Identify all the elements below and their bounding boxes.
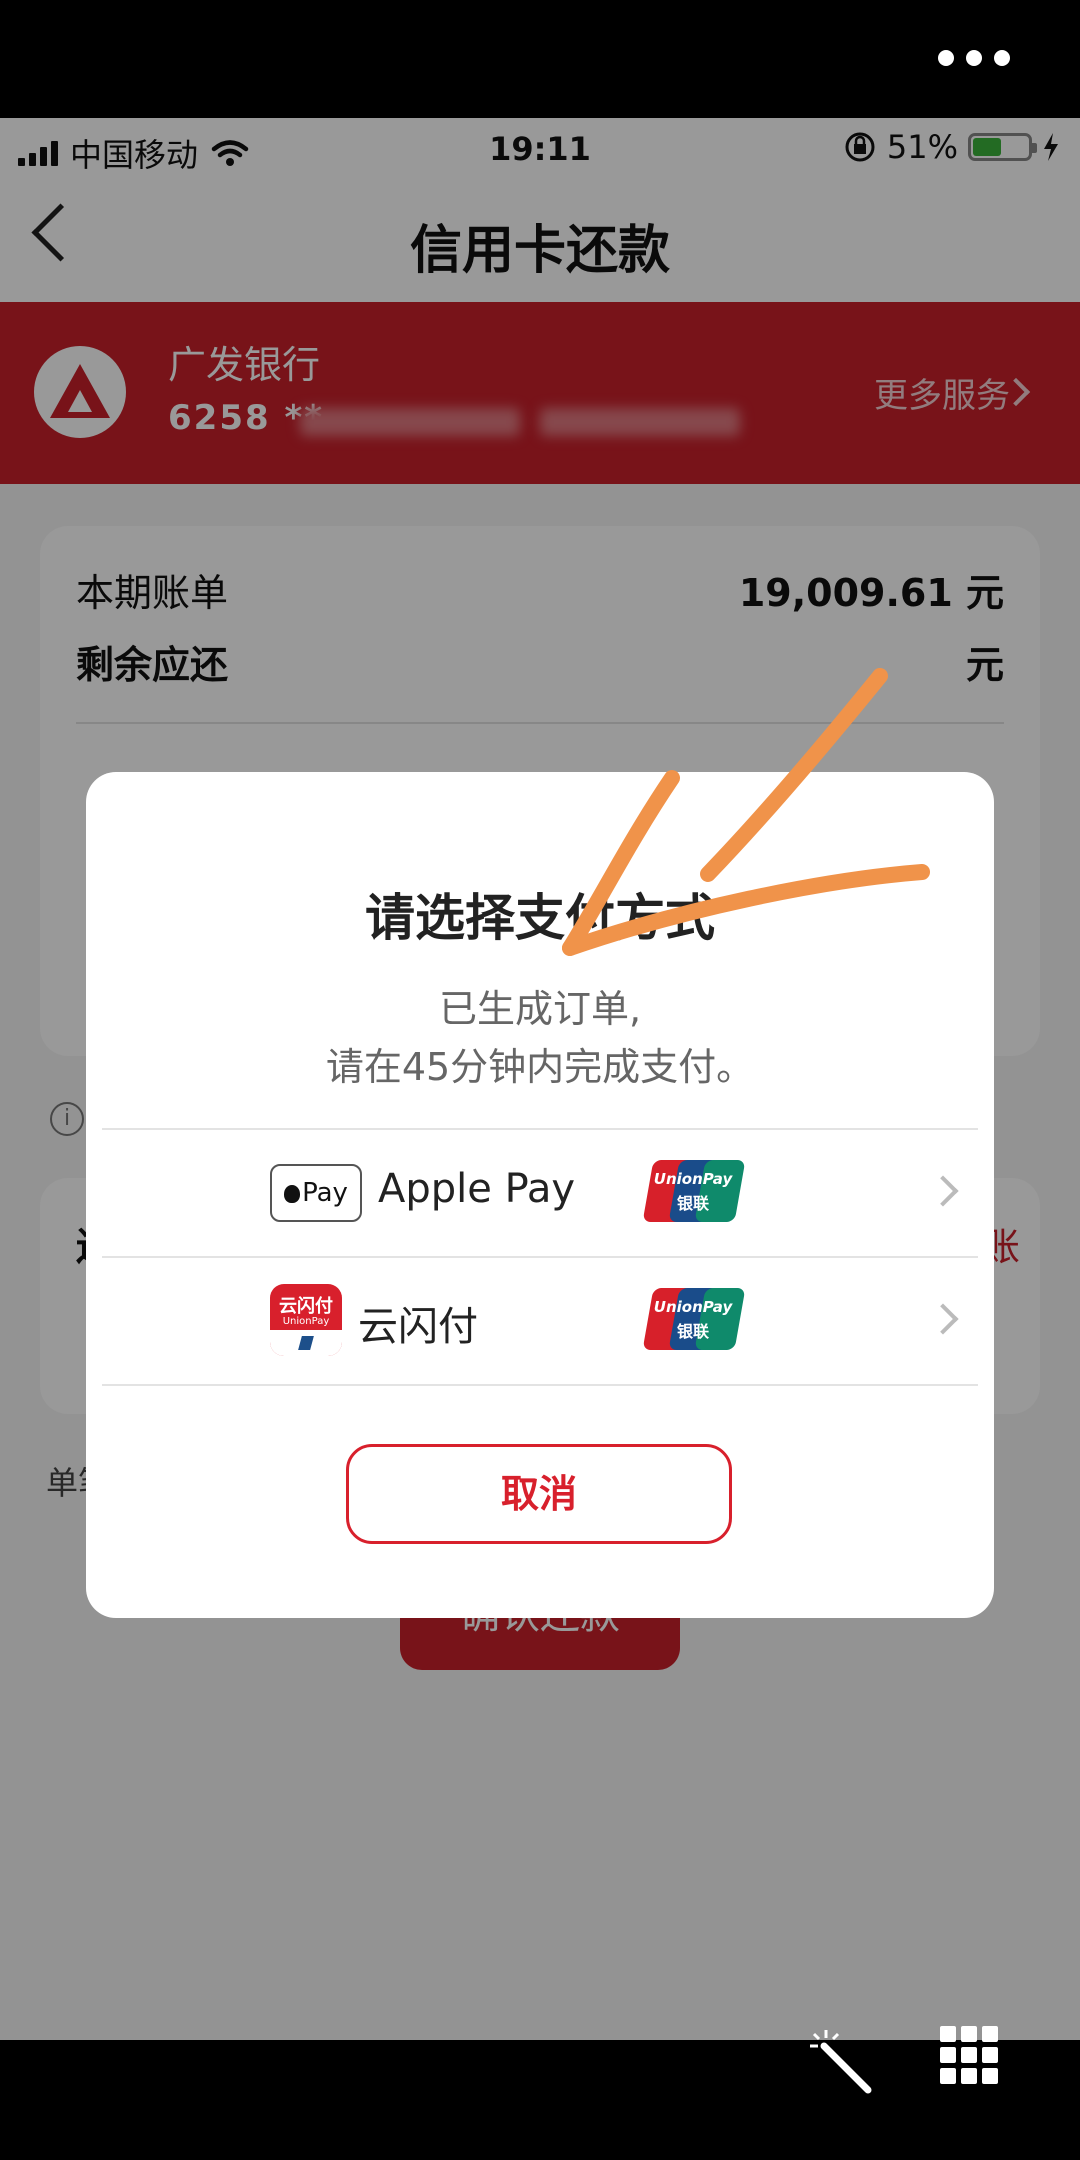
unionpay-icon: UnionPay 银联 [642, 1288, 746, 1350]
apple-logo-icon [284, 1185, 301, 1203]
yunshanfu-option[interactable]: 云闪付 UnionPay 云闪付 UnionPay 银联 [86, 1258, 994, 1384]
app-screen: 中国移动 19:11 51% 信用卡还款 广发银行 6258 ** 更多服务 本… [0, 118, 1080, 2040]
dialog-subtitle: 请在45分钟内完成支付。 [325, 1045, 755, 1089]
yunshanfu-label: 云闪付 [358, 1304, 478, 1350]
bottom-system-bar [0, 2040, 1080, 2160]
unionpay-icon: UnionPay 银联 [642, 1160, 746, 1222]
apple-pay-option[interactable]: Pay Apple Pay UnionPay 银联 [86, 1130, 994, 1256]
dialog-subtitle: 已生成订单, [438, 987, 642, 1031]
dialog-title: 请选择支付方式 [365, 889, 715, 947]
grid-icon[interactable] [940, 2026, 998, 2084]
divider [102, 1384, 978, 1386]
chevron-right-icon [927, 1303, 959, 1335]
apple-pay-label: Apple Pay [378, 1166, 576, 1212]
yunshanfu-app-icon: 云闪付 UnionPay [270, 1284, 342, 1356]
chevron-right-icon [927, 1175, 959, 1207]
magic-wand-icon[interactable] [806, 2028, 876, 2098]
more-options-icon[interactable] [938, 50, 1010, 66]
top-system-bar [0, 0, 1080, 118]
cancel-button[interactable]: 取消 [346, 1444, 732, 1544]
payment-method-dialog: 请选择支付方式 已生成订单, 请在45分钟内完成支付。 Pay Apple Pa… [86, 772, 994, 1618]
apple-pay-icon: Pay [270, 1164, 362, 1222]
